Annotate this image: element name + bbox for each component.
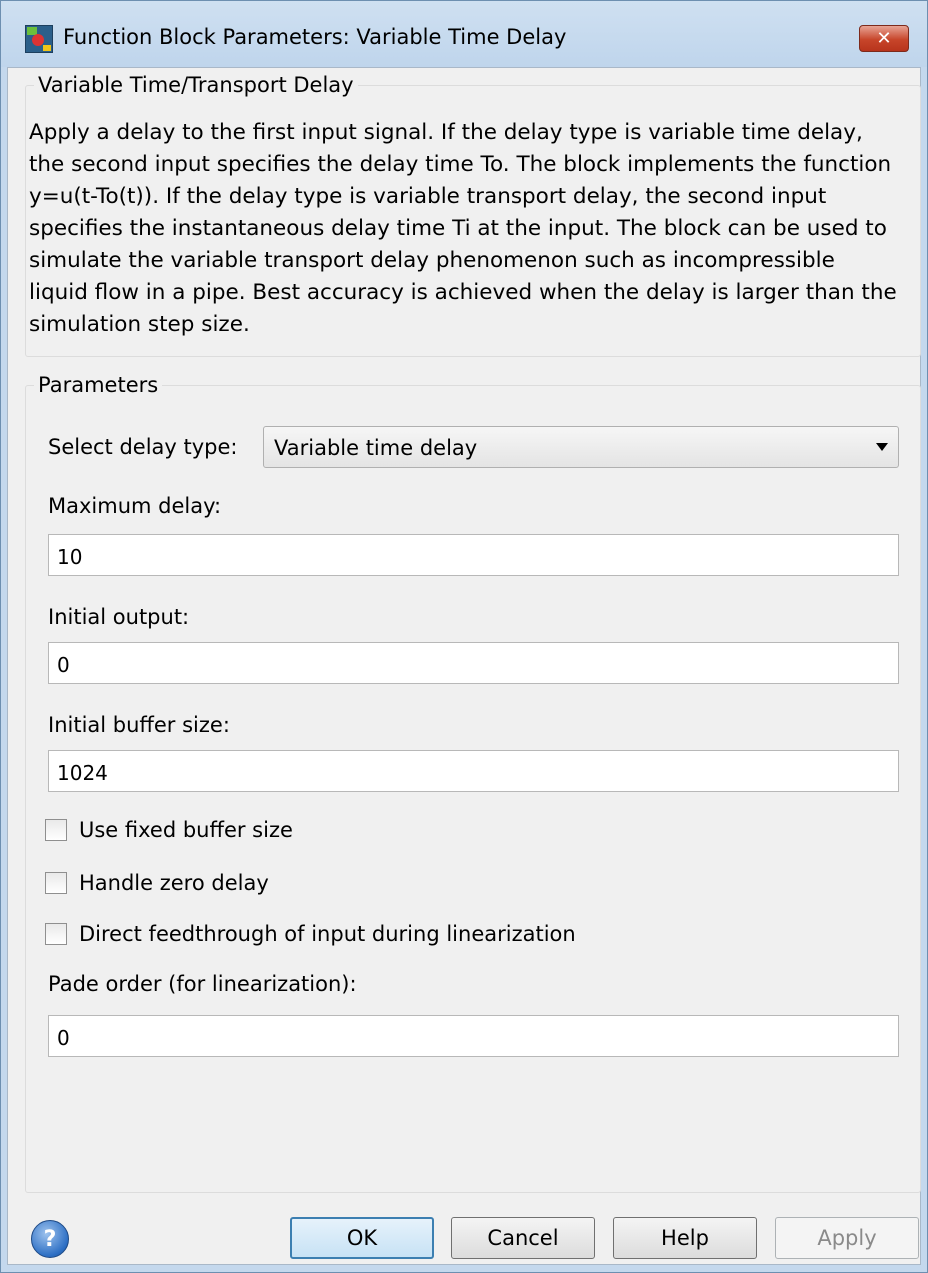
ok-button[interactable]: OK [290,1217,434,1259]
title-bar[interactable]: Function Block Parameters: Variable Time… [1,1,927,67]
dialog-window: Function Block Parameters: Variable Time… [0,0,928,1273]
simulink-app-icon [25,25,53,53]
delay-type-label: Select delay type: [48,435,238,459]
buffer-size-label: Initial buffer size: [48,713,230,737]
apply-button: Apply [775,1217,919,1259]
delay-type-value: Variable time delay [274,436,478,460]
fixed-buffer-checkbox[interactable] [45,819,67,841]
pade-order-input[interactable]: 0 [48,1015,899,1057]
block-description: Apply a delay to the first input signal.… [29,120,897,337]
direct-feedthrough-checkbox-row[interactable]: Direct feedthrough of input during linea… [45,921,576,947]
zero-delay-checkbox-row[interactable]: Handle zero delay [45,870,269,896]
help-icon[interactable]: ? [31,1220,69,1258]
buffer-size-input[interactable]: 1024 [48,750,899,792]
initial-output-label: Initial output: [48,605,190,629]
parameters-legend: Parameters [38,373,159,397]
fixed-buffer-label: Use fixed buffer size [79,818,293,842]
pade-order-label: Pade order (for linearization): [48,972,357,996]
window-title: Function Block Parameters: Variable Time… [63,25,567,49]
close-icon: ✕ [876,28,892,49]
max-delay-label: Maximum delay: [48,494,222,518]
help-button[interactable]: Help [613,1217,757,1259]
direct-feedthrough-label: Direct feedthrough of input during linea… [79,922,576,946]
initial-output-input[interactable]: 0 [48,642,899,684]
close-button[interactable]: ✕ [859,25,909,52]
zero-delay-label: Handle zero delay [79,871,269,895]
delay-type-select[interactable]: Variable time delay [263,426,899,468]
max-delay-input[interactable]: 10 [48,534,899,576]
dropdown-arrow-icon [876,443,888,451]
question-mark-icon: ? [43,1226,57,1252]
zero-delay-checkbox[interactable] [45,872,67,894]
cancel-button[interactable]: Cancel [451,1217,595,1259]
fixed-buffer-checkbox-row[interactable]: Use fixed buffer size [45,817,293,843]
description-legend: Variable Time/Transport Delay [38,73,354,97]
direct-feedthrough-checkbox[interactable] [45,923,67,945]
